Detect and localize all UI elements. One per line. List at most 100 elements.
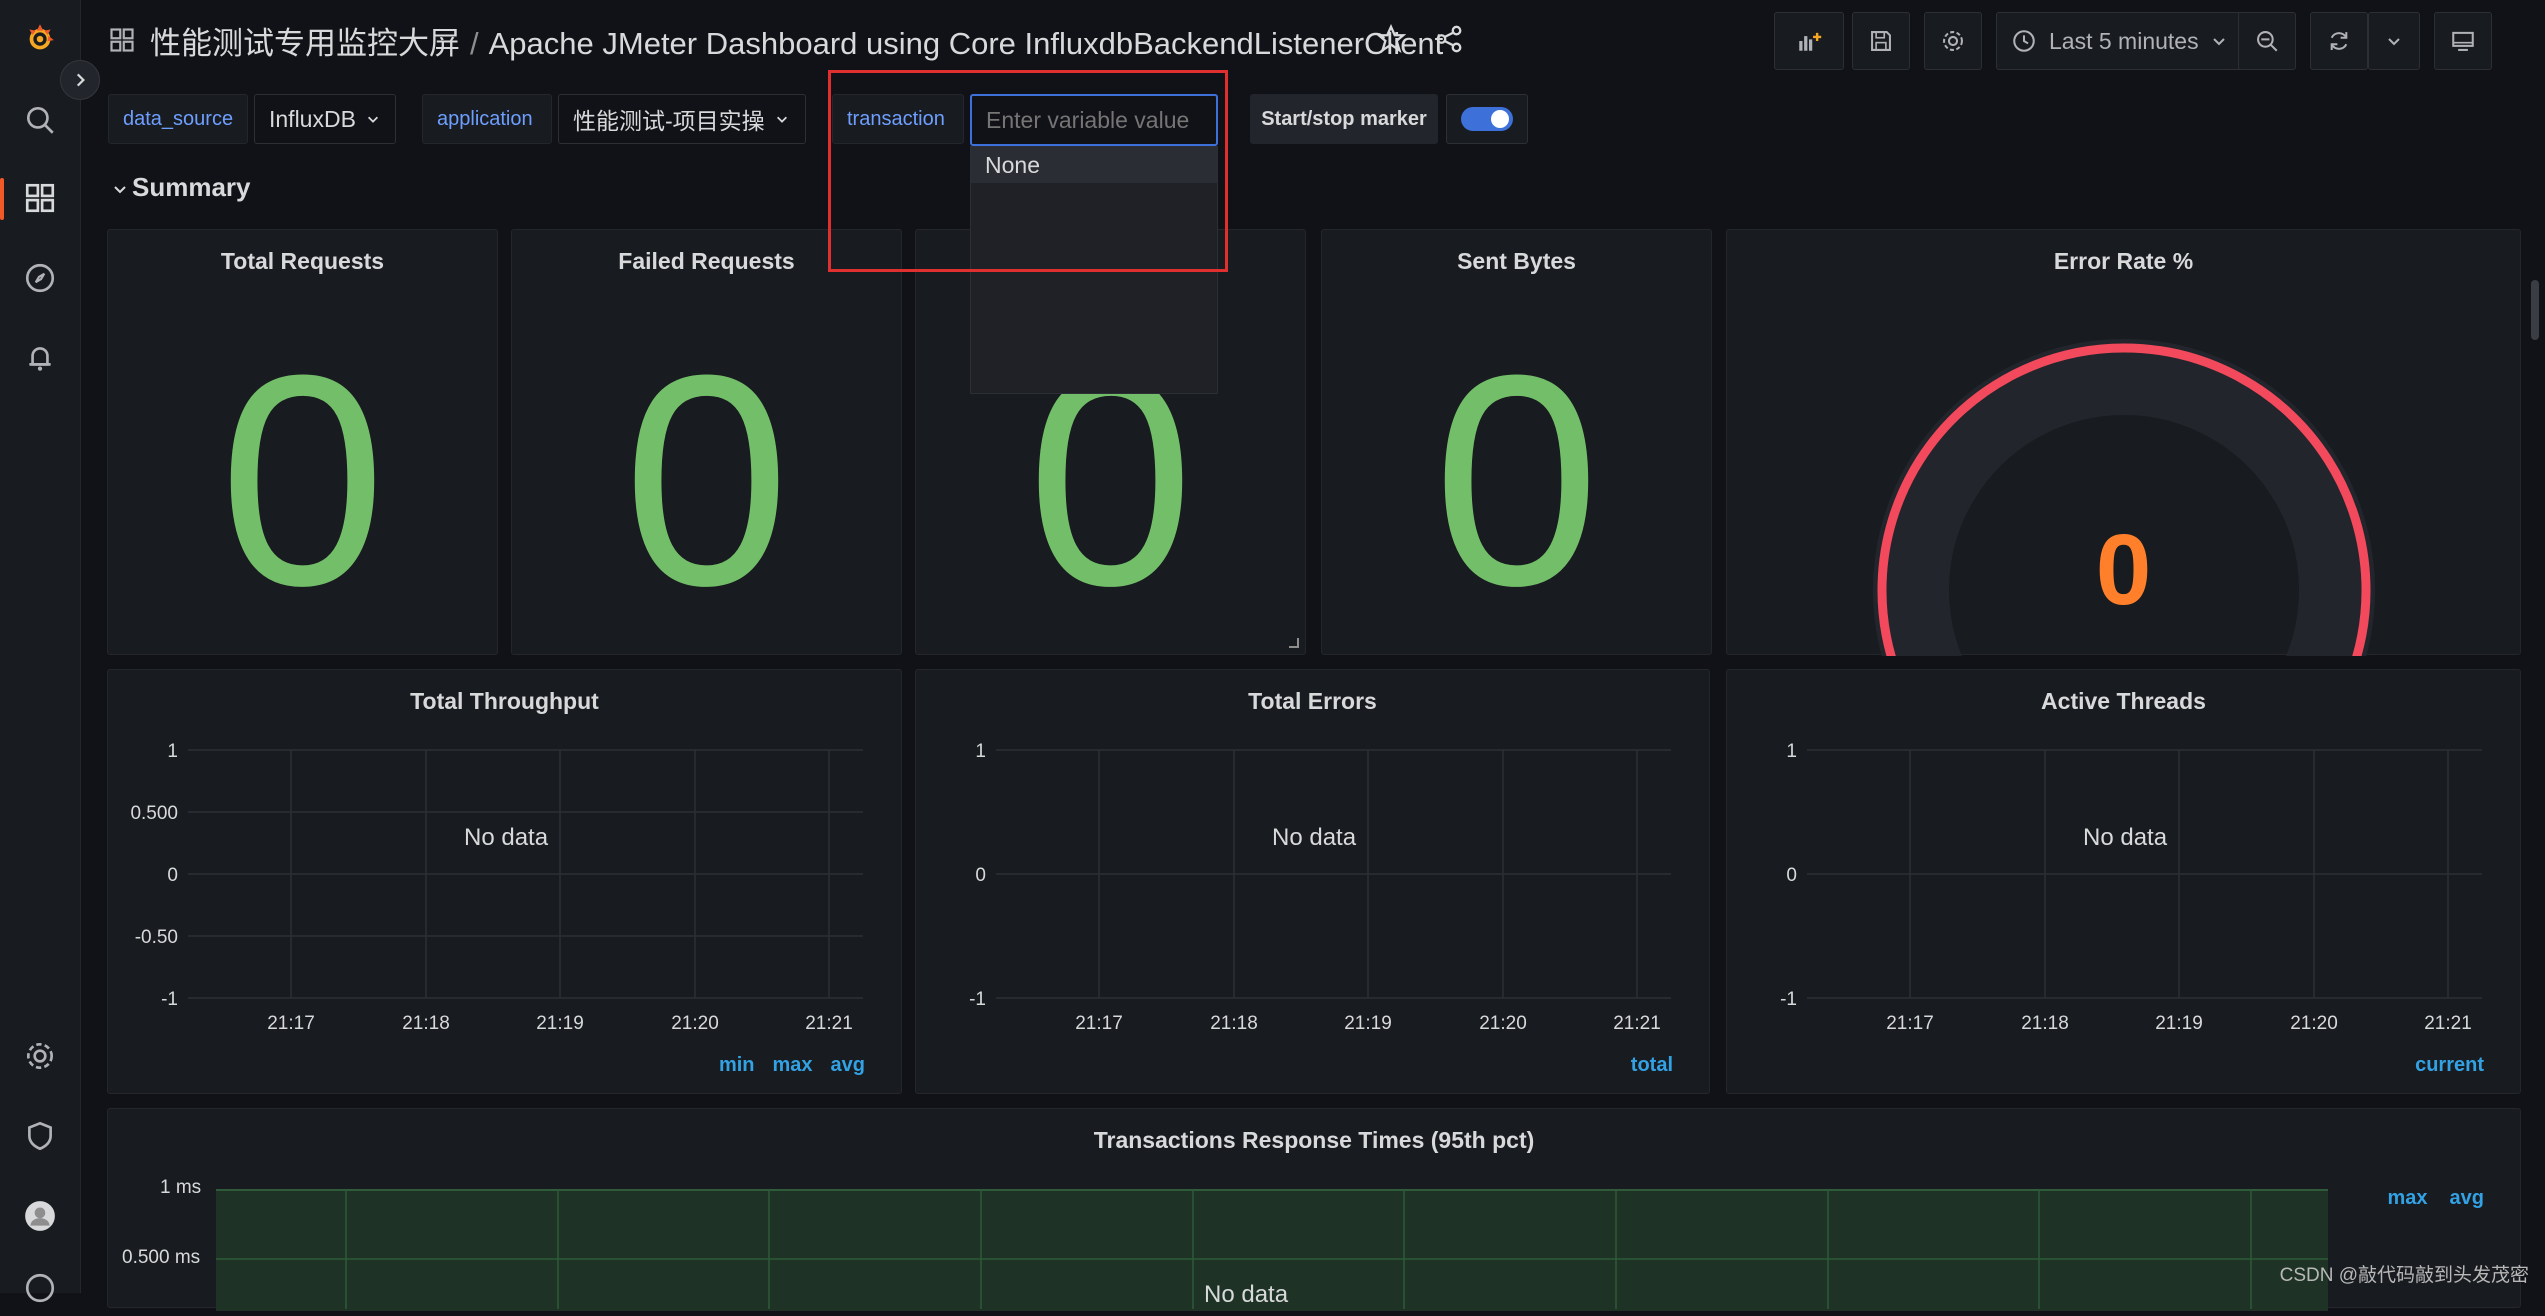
x-tick: 21:17	[1075, 1013, 1123, 1034]
stat-panel[interactable]: Sent Bytes 0	[1321, 229, 1712, 655]
legend-max[interactable]: max	[2388, 1187, 2428, 1210]
legend: min max avg	[719, 1054, 865, 1077]
search-icon[interactable]	[12, 92, 68, 148]
grafana-logo-icon[interactable]	[12, 10, 68, 66]
legend: total	[1631, 1054, 1673, 1077]
var-label-application: application	[422, 94, 552, 144]
x-tick: 21:20	[1479, 1013, 1527, 1034]
legend-min[interactable]: min	[719, 1054, 755, 1077]
var-label-data-source: data_source	[108, 94, 248, 144]
legend-max[interactable]: max	[773, 1054, 813, 1077]
time-range-label: Last 5 minutes	[2049, 27, 2199, 54]
watermark: CSDN @敲代码敲到头发茂密	[2279, 1265, 2529, 1286]
share-icon[interactable]	[1434, 24, 1464, 59]
alerting-bell-icon[interactable]	[12, 330, 68, 386]
panel-title: Total Throughput	[410, 688, 599, 714]
folder-link[interactable]: 性能测试专用监控大屏	[150, 26, 460, 61]
no-data-label: No data	[2083, 824, 2168, 851]
stat-value: 0	[219, 312, 386, 648]
var-select-application[interactable]: 性能测试-项目实操	[558, 94, 806, 144]
zoom-out-button[interactable]	[2238, 12, 2296, 70]
resize-handle[interactable]	[1289, 638, 1299, 648]
help-icon[interactable]	[12, 1260, 68, 1316]
chevron-down-icon	[367, 116, 378, 123]
start-stop-marker-toggle[interactable]	[1461, 107, 1513, 131]
y-tick: -1	[1780, 989, 1797, 1010]
no-data-label: No data	[1204, 1281, 1289, 1308]
gauge-value: 0	[2095, 514, 2152, 626]
save-dashboard-button[interactable]	[1852, 12, 1910, 70]
row-title: Summary	[132, 172, 251, 202]
legend-current[interactable]: current	[2415, 1054, 2484, 1077]
legend-avg[interactable]: avg	[831, 1054, 865, 1077]
timeseries-panel[interactable]: 1 0 -1 21:17 21:18 21:19 21:20 21:21 Active Thr…	[1726, 669, 2521, 1094]
x-tick: 21:18	[402, 1013, 450, 1034]
y-tick: 0	[975, 865, 986, 886]
y-tick: 1	[1786, 741, 1797, 762]
timeseries-panel[interactable]: 1 0.500 0 -0.50 -1 21:17 21:18 21:19 21:20 21:21 …	[107, 669, 902, 1094]
timeseries-panel[interactable]: 1 0 -1 21:17 21:18 21:19 21:20 21:21 Total Erro…	[915, 669, 1710, 1094]
gauge-panel[interactable]: Error Rate % 0	[1726, 229, 2521, 656]
legend-total[interactable]: total	[1631, 1054, 1673, 1077]
active-indicator	[0, 178, 4, 220]
y-tick: 1	[975, 741, 986, 762]
stat-value: 0	[1433, 312, 1600, 648]
dropdown-option-none[interactable]: None	[971, 147, 1217, 183]
panel-title: Transactions Response Times (95th pct)	[1093, 1127, 1535, 1153]
gear-icon	[1943, 31, 1963, 51]
x-tick: 21:19	[536, 1013, 584, 1034]
x-tick: 21:20	[2290, 1013, 2338, 1034]
var-select-data-source[interactable]: InfluxDB	[254, 94, 396, 144]
x-tick: 21:18	[1210, 1013, 1258, 1034]
panel-title: Failed Requests	[618, 248, 795, 274]
panel-title: Total Requests	[220, 248, 385, 274]
save-icon	[1871, 31, 1891, 51]
time-picker[interactable]: Last 5 minutes	[1996, 12, 2242, 70]
dashboard-settings-button[interactable]	[1924, 12, 1982, 70]
timeseries-plot: 1 0.500 0 -0.50 -1 21:17 21:18 21:19 21:20 21:21	[130, 741, 863, 1034]
panel-title: Total Errors	[1248, 688, 1377, 714]
tv-mode-button[interactable]	[2434, 12, 2492, 70]
x-tick: 21:19	[2155, 1013, 2203, 1034]
var-input-transaction[interactable]	[970, 94, 1218, 146]
y-tick: -1	[161, 989, 178, 1010]
x-tick: 21:17	[267, 1013, 315, 1034]
start-stop-marker-toggle-container	[1446, 94, 1528, 144]
transaction-dropdown-menu: None	[970, 146, 1218, 394]
x-tick: 21:20	[671, 1013, 719, 1034]
dashboard-title[interactable]: Apache JMeter Dashboard using Core Influ…	[489, 26, 1444, 61]
breadcrumb: 性能测试专用监控大屏 / Apache JMeter Dashboard using…	[150, 18, 1443, 63]
stat-value: 0	[623, 312, 790, 648]
legend: max avg	[2388, 1187, 2485, 1210]
row-summary[interactable]: Summary	[112, 172, 251, 203]
zoom-out-icon	[2257, 31, 2278, 52]
y-tick: 0	[167, 865, 178, 886]
x-tick: 21:21	[2424, 1013, 2472, 1034]
timeseries-plot: 1 0 -1 21:17 21:18 21:19 21:20 21:21	[969, 741, 1671, 1034]
configuration-gear-icon[interactable]	[12, 1028, 68, 1084]
explore-compass-icon[interactable]	[12, 250, 68, 306]
refresh-interval-dropdown[interactable]	[2368, 12, 2420, 70]
star-icon[interactable]	[1375, 23, 1407, 59]
dashboards-icon[interactable]	[12, 170, 68, 226]
server-admin-shield-icon[interactable]	[12, 1108, 68, 1164]
y-tick: 1 ms	[160, 1177, 202, 1198]
stat-panel[interactable]: Failed Requests 0	[511, 229, 902, 655]
top-navbar: 性能测试专用监控大屏 / Apache JMeter Dashboard using…	[80, 0, 2545, 84]
legend-avg[interactable]: avg	[2450, 1187, 2484, 1210]
response-times-panel[interactable]: Transactions Response Times (95th pct) 1…	[107, 1108, 2521, 1311]
monitor-icon	[2452, 31, 2474, 51]
page-scrollbar[interactable]	[2531, 280, 2539, 340]
x-tick: 21:19	[1344, 1013, 1392, 1034]
stat-panel[interactable]: Total Requests 0	[107, 229, 498, 655]
y-tick: 1	[167, 741, 178, 762]
add-panel-button[interactable]	[1774, 12, 1844, 70]
timeseries-plot: 1 0 -1 21:17 21:18 21:19 21:20 21:21	[1780, 741, 2482, 1034]
expand-sidebar-button[interactable]	[60, 60, 100, 100]
dashboard-grid-icon	[108, 26, 136, 59]
user-avatar[interactable]	[12, 1188, 68, 1244]
y-tick: 0	[1786, 865, 1797, 886]
refresh-button[interactable]	[2310, 12, 2368, 70]
y-tick: 0.500 ms	[122, 1247, 201, 1268]
var-value-data-source: InfluxDB	[269, 105, 356, 132]
